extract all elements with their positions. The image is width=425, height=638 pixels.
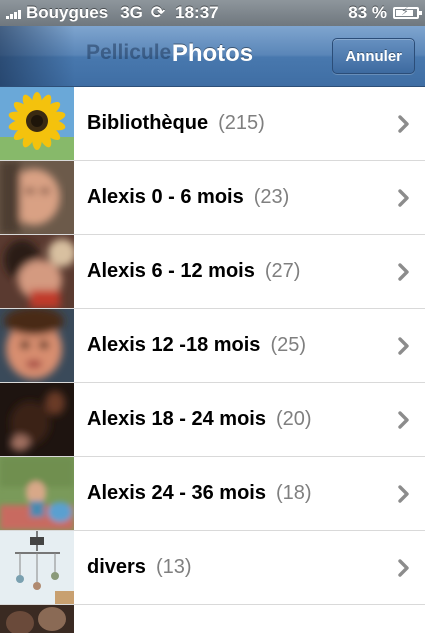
album-row[interactable]: divers (13) bbox=[0, 531, 425, 605]
album-name: divers bbox=[87, 556, 146, 578]
album-name: Bibliothèque bbox=[87, 112, 209, 134]
album-thumbnail bbox=[0, 383, 74, 456]
album-count: (23) bbox=[253, 186, 290, 208]
album-thumbnail bbox=[0, 605, 74, 633]
album-count: (27) bbox=[264, 260, 301, 282]
signal-bars-icon bbox=[6, 7, 22, 19]
album-text: divers (13) bbox=[87, 556, 192, 579]
album-row[interactable]: Alexis 18 - 24 mois (20) bbox=[0, 383, 425, 457]
album-row[interactable]: Bibliothèque (215) bbox=[0, 87, 425, 161]
album-count: (25) bbox=[270, 334, 307, 356]
album-thumbnail bbox=[0, 309, 74, 382]
sync-icon: ⟳ bbox=[150, 3, 166, 22]
album-name: Alexis 0 - 6 mois bbox=[87, 186, 244, 208]
status-right: 83 % ⚡ bbox=[348, 3, 422, 23]
album-thumbnail bbox=[0, 235, 74, 308]
album-name: Alexis 24 - 36 mois bbox=[87, 482, 266, 504]
album-row[interactable]: Alexis 24 - 36 mois (18) bbox=[0, 457, 425, 531]
chevron-right-icon bbox=[397, 484, 411, 503]
chevron-right-icon bbox=[397, 558, 411, 577]
battery-percentage: 83 % bbox=[348, 3, 387, 22]
chevron-right-icon bbox=[397, 336, 411, 355]
album-count: (13) bbox=[155, 556, 192, 578]
clock: 18:37 bbox=[175, 3, 219, 22]
album-text: Alexis 12 -18 mois (25) bbox=[87, 334, 306, 357]
album-thumbnail bbox=[0, 161, 74, 234]
album-row[interactable]: Alexis 6 - 12 mois (27) bbox=[0, 235, 425, 309]
album-text: Alexis 24 - 36 mois (18) bbox=[87, 482, 312, 505]
album-thumbnail bbox=[0, 457, 74, 530]
album-count: (20) bbox=[275, 408, 312, 430]
status-bar: Bouygues 3G ⟳ 18:37 83 % ⚡ bbox=[0, 0, 425, 26]
battery-charging-icon: ⚡ bbox=[393, 6, 422, 19]
album-name: Alexis 12 -18 mois bbox=[87, 334, 261, 356]
album-thumbnail bbox=[0, 531, 74, 604]
network-type: 3G bbox=[120, 3, 143, 22]
album-row[interactable]: Alexis 12 -18 mois (25) bbox=[0, 309, 425, 383]
album-thumbnail bbox=[0, 87, 74, 160]
album-text: Alexis 18 - 24 mois (20) bbox=[87, 408, 312, 431]
chevron-right-icon bbox=[397, 114, 411, 133]
bolt-icon: ⚡ bbox=[401, 6, 409, 18]
album-count: (18) bbox=[275, 482, 312, 504]
album-text: Alexis 6 - 12 mois (27) bbox=[87, 260, 300, 283]
album-name: Alexis 6 - 12 mois bbox=[87, 260, 255, 282]
album-row[interactable]: Alexis 0 - 6 mois (23) bbox=[0, 161, 425, 235]
album-count: (215) bbox=[218, 112, 265, 134]
chevron-right-icon bbox=[397, 262, 411, 281]
album-text: Alexis 0 - 6 mois (23) bbox=[87, 186, 289, 209]
chevron-right-icon bbox=[397, 188, 411, 207]
album-text: Bibliothèque (215) bbox=[87, 112, 265, 135]
cancel-button[interactable]: Annuler bbox=[332, 38, 415, 74]
chevron-right-icon bbox=[397, 410, 411, 429]
album-name: Alexis 18 - 24 mois bbox=[87, 408, 266, 430]
carrier-name: Bouygues bbox=[26, 3, 109, 22]
album-row-partial[interactable] bbox=[0, 605, 425, 633]
status-left: Bouygues 3G ⟳ 18:37 bbox=[6, 3, 219, 23]
navigation-bar: Pellicule Photos Annuler bbox=[0, 26, 425, 87]
album-list: Bibliothèque (215) Alexis 0 - 6 mois (23) Al… bbox=[0, 87, 425, 638]
